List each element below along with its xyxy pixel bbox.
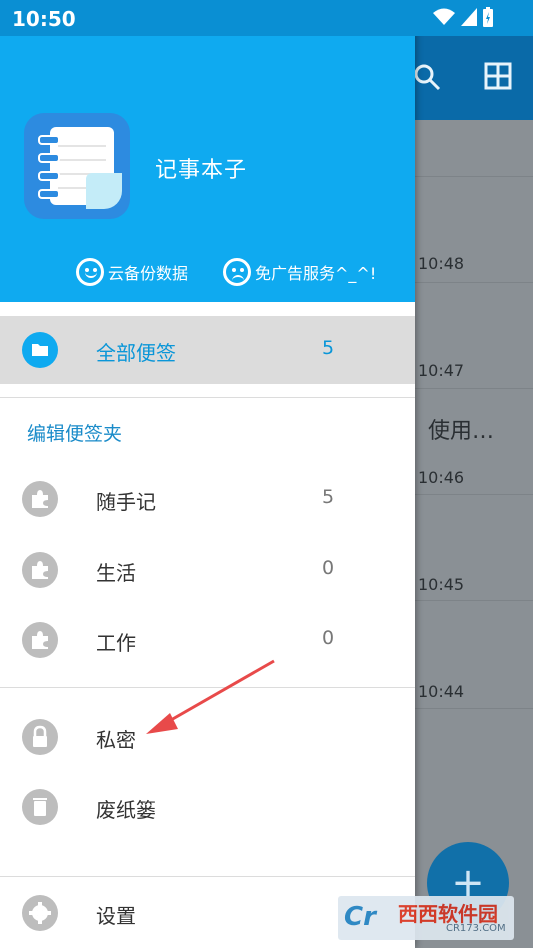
list-divider <box>415 708 533 709</box>
gear-icon <box>22 895 58 931</box>
search-icon[interactable] <box>412 62 442 92</box>
folder-label: 工作 <box>96 631 136 655</box>
watermark-logo: Cr <box>344 902 376 932</box>
folder-count: 5 <box>322 486 335 508</box>
cloud-backup-link[interactable]: 云备份数据 <box>76 258 188 286</box>
private-item[interactable]: 私密 <box>0 703 415 771</box>
puzzle-icon <box>22 481 58 517</box>
list-divider <box>415 600 533 601</box>
signal-icon <box>461 8 477 26</box>
cloud-backup-label: 云备份数据 <box>108 264 189 283</box>
list-divider <box>415 494 533 495</box>
status-bar: 10:50 <box>0 0 533 36</box>
folder-icon <box>22 332 58 368</box>
note-title: 使用… <box>428 419 495 444</box>
list-divider <box>415 176 533 177</box>
smile-icon <box>76 258 104 286</box>
list-divider <box>415 282 533 283</box>
app-logo-icon <box>24 113 130 219</box>
puzzle-icon <box>22 622 58 658</box>
folder-label: 随手记 <box>96 490 156 514</box>
puzzle-icon <box>22 552 58 588</box>
status-icons <box>433 7 493 27</box>
wifi-icon <box>433 8 455 25</box>
drawer-header: 记事本子 云备份数据 免广告服务^_^! <box>0 36 415 302</box>
edit-folders-link[interactable]: 编辑便签夹 <box>27 419 122 446</box>
divider <box>0 397 415 398</box>
all-notes-item[interactable]: 全部便签 5 <box>0 316 415 384</box>
note-time: 10:47 <box>418 361 465 380</box>
folder-item-suishouji[interactable]: 随手记 5 <box>0 465 415 533</box>
ad-free-service-link[interactable]: 免广告服务^_^! <box>223 258 376 286</box>
sad-face-icon <box>223 258 251 286</box>
note-time: 10:48 <box>418 254 465 273</box>
folder-item-gongzuo[interactable]: 工作 0 <box>0 606 415 674</box>
note-time: 10:45 <box>418 575 465 594</box>
note-time: 10:46 <box>418 468 465 487</box>
trash-label: 废纸篓 <box>96 798 156 822</box>
folder-count: 0 <box>322 627 335 649</box>
settings-label: 设置 <box>96 904 136 928</box>
grid-view-icon[interactable] <box>484 62 512 90</box>
navigation-drawer: 记事本子 云备份数据 免广告服务^_^! 全部便签 5 编辑便签夹 随手记 5 … <box>0 0 415 948</box>
app-name: 记事本子 <box>155 158 248 183</box>
trash-icon <box>22 789 58 825</box>
all-notes-label: 全部便签 <box>96 341 176 365</box>
note-time: 10:44 <box>418 682 465 701</box>
list-divider <box>415 388 533 389</box>
ad-free-label: 免广告服务^_^! <box>255 264 377 283</box>
folder-count: 0 <box>322 557 335 579</box>
folder-item-shenghuo[interactable]: 生活 0 <box>0 536 415 604</box>
watermark: Cr 西西软件园 CR173.COM <box>338 896 514 940</box>
trash-item[interactable]: 废纸篓 <box>0 773 415 841</box>
all-notes-count: 5 <box>322 337 335 359</box>
divider <box>0 876 415 877</box>
folder-label: 生活 <box>96 561 136 585</box>
battery-icon <box>483 7 493 27</box>
private-label: 私密 <box>96 728 136 752</box>
watermark-url: CR173.COM <box>446 923 506 934</box>
status-time: 10:50 <box>12 7 76 31</box>
divider <box>0 687 415 688</box>
lock-icon <box>22 719 58 755</box>
